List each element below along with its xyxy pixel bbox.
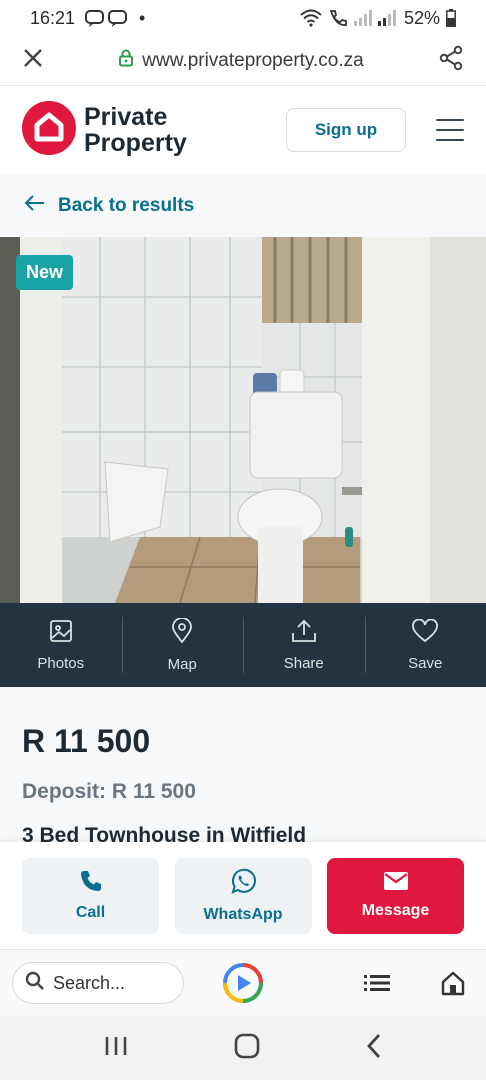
- signal-icon: [353, 10, 398, 26]
- map-button[interactable]: Map: [121, 603, 244, 687]
- listing-deposit: Deposit: R 11 500: [22, 780, 196, 803]
- whatsapp-button[interactable]: WhatsApp: [174, 857, 312, 934]
- photos-label: Photos: [37, 654, 85, 672]
- browser-bottom-bar: Search...: [0, 950, 486, 1016]
- dot-icon: •: [139, 7, 146, 28]
- home-icon[interactable]: [440, 970, 466, 996]
- search-placeholder: Search...: [53, 972, 126, 993]
- chat-notification-icon: [85, 9, 129, 27]
- logo-line2: Property: [84, 129, 187, 157]
- share-link-icon[interactable]: [438, 45, 464, 76]
- share-label: Share: [283, 654, 324, 672]
- url-bar: www.privateproperty.co.za: [0, 36, 486, 86]
- back-nav-icon[interactable]: [365, 1033, 383, 1064]
- heart-icon: [412, 618, 439, 647]
- whatsapp-label: WhatsApp: [203, 906, 283, 923]
- close-icon[interactable]: [22, 47, 44, 74]
- logo-line1: Private: [84, 103, 168, 131]
- call-status-icon: [328, 9, 348, 27]
- battery-percent: 52%: [403, 7, 440, 28]
- share-icon: [291, 619, 317, 647]
- call-label: Call: [75, 904, 106, 921]
- back-label: Back to results: [58, 194, 195, 216]
- home-nav-icon[interactable]: [234, 1033, 260, 1064]
- photo-action-bar: Photos Map Share Save: [0, 603, 486, 687]
- back-to-results-link[interactable]: Back to results: [0, 174, 486, 237]
- map-label: Map: [167, 655, 197, 673]
- contact-bar: Call WhatsApp Message: [0, 842, 486, 950]
- whatsapp-icon: [229, 867, 257, 900]
- url-text: www.privateproperty.co.za: [142, 49, 364, 71]
- hamburger-menu-icon[interactable]: [436, 119, 464, 141]
- call-button[interactable]: Call: [22, 857, 159, 934]
- wifi-icon: [300, 9, 322, 27]
- status-bar: 16:21 • 52%: [0, 0, 486, 36]
- phone-icon: [79, 869, 103, 898]
- status-time: 16:21: [30, 7, 76, 28]
- new-badge: New: [16, 255, 74, 290]
- envelope-icon: [383, 871, 409, 896]
- recent-apps-icon[interactable]: [103, 1035, 129, 1062]
- logo-house-icon: [22, 100, 76, 160]
- listing-title: 3 Bed Townhouse in Witfield: [22, 824, 307, 842]
- url-field[interactable]: www.privateproperty.co.za: [44, 49, 438, 73]
- arrow-left-icon: [24, 194, 46, 218]
- signup-button[interactable]: Sign up: [286, 108, 406, 152]
- message-label: Message: [361, 902, 430, 919]
- site-header: Private Property Sign up: [0, 86, 486, 174]
- save-label: Save: [408, 654, 443, 672]
- bathroom-photo: [0, 237, 486, 603]
- assistant-play-icon[interactable]: [222, 962, 264, 1004]
- battery-icon: [446, 9, 456, 27]
- list-icon[interactable]: [364, 973, 390, 993]
- save-button[interactable]: Save: [364, 603, 486, 687]
- logo[interactable]: Private Property: [22, 100, 187, 160]
- lock-icon: [118, 49, 134, 73]
- share-button[interactable]: Share: [243, 603, 365, 687]
- listing-price: R 11 500: [22, 723, 151, 759]
- search-icon: [25, 971, 45, 996]
- map-pin-icon: [170, 616, 194, 648]
- listing-details: R 11 500 Deposit: R 11 500 3 Bed Townhou…: [0, 687, 486, 842]
- image-icon: [49, 619, 73, 647]
- listing-photo[interactable]: New: [0, 237, 486, 603]
- system-nav-bar: [0, 1016, 486, 1080]
- browser-search-input[interactable]: Search...: [12, 962, 184, 1004]
- message-button[interactable]: Message: [327, 857, 464, 934]
- photos-button[interactable]: Photos: [0, 603, 122, 687]
